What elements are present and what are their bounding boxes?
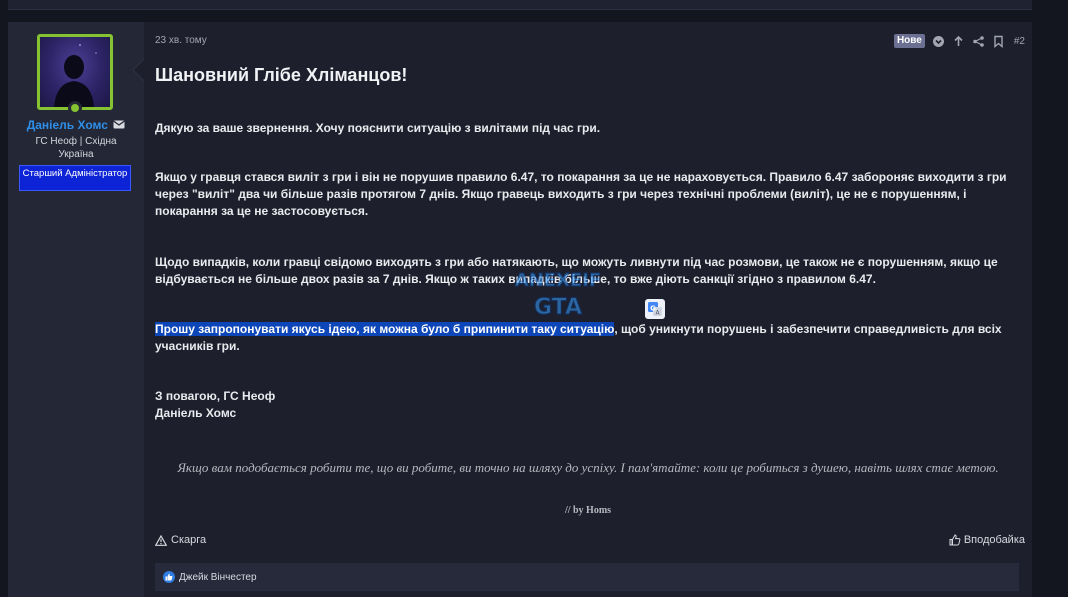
post-actions: Нове #2 (893, 34, 1025, 48)
selected-text[interactable]: Прошу запропонувати якусь ідею, як можна… (155, 322, 615, 336)
avatar[interactable] (37, 34, 113, 110)
post-content: 23 хв. тому Нове #2 Шановний Глібе Хліма… (155, 22, 1025, 597)
post-title: Шановний Глібе Хліманцов! (155, 65, 408, 85)
watermark-text: GTA (534, 295, 582, 320)
warning-triangle-icon (155, 534, 167, 546)
reaction-user[interactable]: Джейк Вінчестер (179, 572, 257, 583)
signature-byline: // by Homs (564, 505, 612, 516)
signoff-line: Даніель Хомс (155, 406, 237, 420)
post-paragraph: Прошу запропонувати якусь ідею, як можна… (155, 321, 1021, 355)
signoff-line: З повагою, ГС Неоф (155, 389, 276, 403)
avatar-silhouette (54, 44, 97, 107)
bookmark-icon[interactable] (992, 35, 1005, 48)
post-timestamp[interactable]: 23 хв. тому (155, 35, 207, 46)
mail-icon[interactable] (113, 120, 126, 129)
thumbs-up-icon (949, 534, 961, 546)
arrow-up-icon[interactable] (952, 35, 965, 48)
author-role-badge: Старший Адміністратор (19, 165, 131, 191)
post-paragraph: Якщо у гравця стався виліт з гри і він н… (155, 170, 1007, 218)
author-name-text[interactable]: Даніель Хомс (27, 118, 108, 132)
previous-post-edge (8, 0, 1032, 10)
new-badge: Нове (893, 34, 925, 48)
author-user-title: ГС Неоф | Східна Україна (35, 136, 117, 160)
signature-quote: Якщо вам подобається робити те, що ви ро… (177, 460, 999, 475)
like-label[interactable]: Вподобайка (964, 534, 1025, 546)
like-reaction-icon (163, 571, 175, 583)
page: Даніель Хомс ГС Неоф | Східна Україна Ст… (0, 0, 1068, 597)
post-paragraph: Дякую за ваше звернення. Хочу пояснити с… (155, 121, 601, 135)
author-username[interactable]: Даніель Хомс (8, 118, 144, 132)
post-number[interactable]: #2 (1014, 36, 1025, 47)
reactions-bar[interactable]: Джейк Вінчестер (155, 563, 1019, 591)
forum-post: Даніель Хомс ГС Неоф | Східна Україна Ст… (8, 22, 1032, 597)
chevron-down-circle-icon[interactable] (932, 35, 945, 48)
translate-button[interactable]: G A (645, 299, 665, 319)
share-icon[interactable] (972, 35, 985, 48)
post-signoff: З повагою, ГС Неоф Даніель Хомс (155, 388, 1021, 422)
post-arrow (134, 59, 145, 81)
report-button[interactable]: Скарга (155, 534, 206, 546)
google-translate-icon: G A (648, 302, 662, 317)
online-status-indicator (68, 101, 82, 115)
post-author-column: Даніель Хомс ГС Неоф | Східна Україна Ст… (8, 22, 144, 597)
report-label[interactable]: Скарга (171, 534, 206, 546)
post-paragraph: Щодо випадків, коли гравці свідомо виход… (155, 255, 998, 286)
like-button[interactable]: Вподобайка (949, 534, 1025, 546)
